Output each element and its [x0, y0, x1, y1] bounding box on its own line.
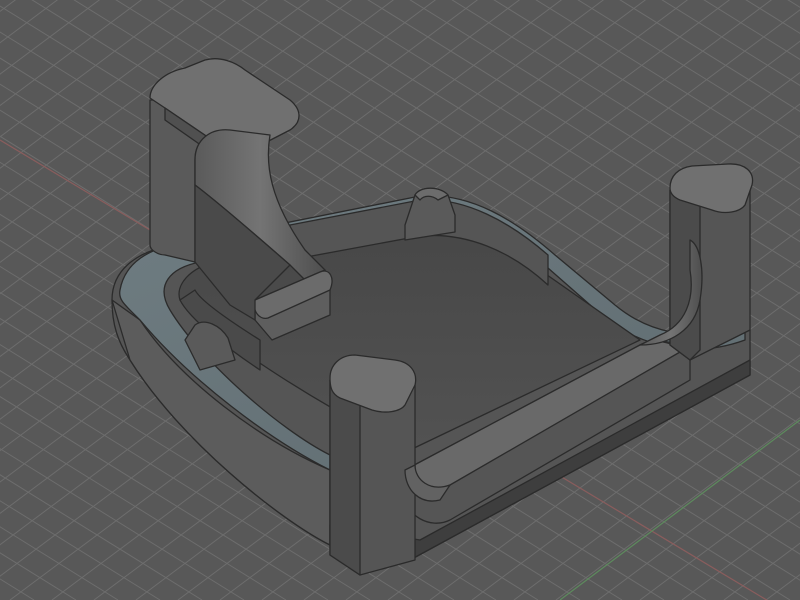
- front-left-post-side: [329, 379, 361, 576]
- 3d-viewport[interactable]: [0, 0, 800, 600]
- viewport-canvas[interactable]: [0, 0, 800, 600]
